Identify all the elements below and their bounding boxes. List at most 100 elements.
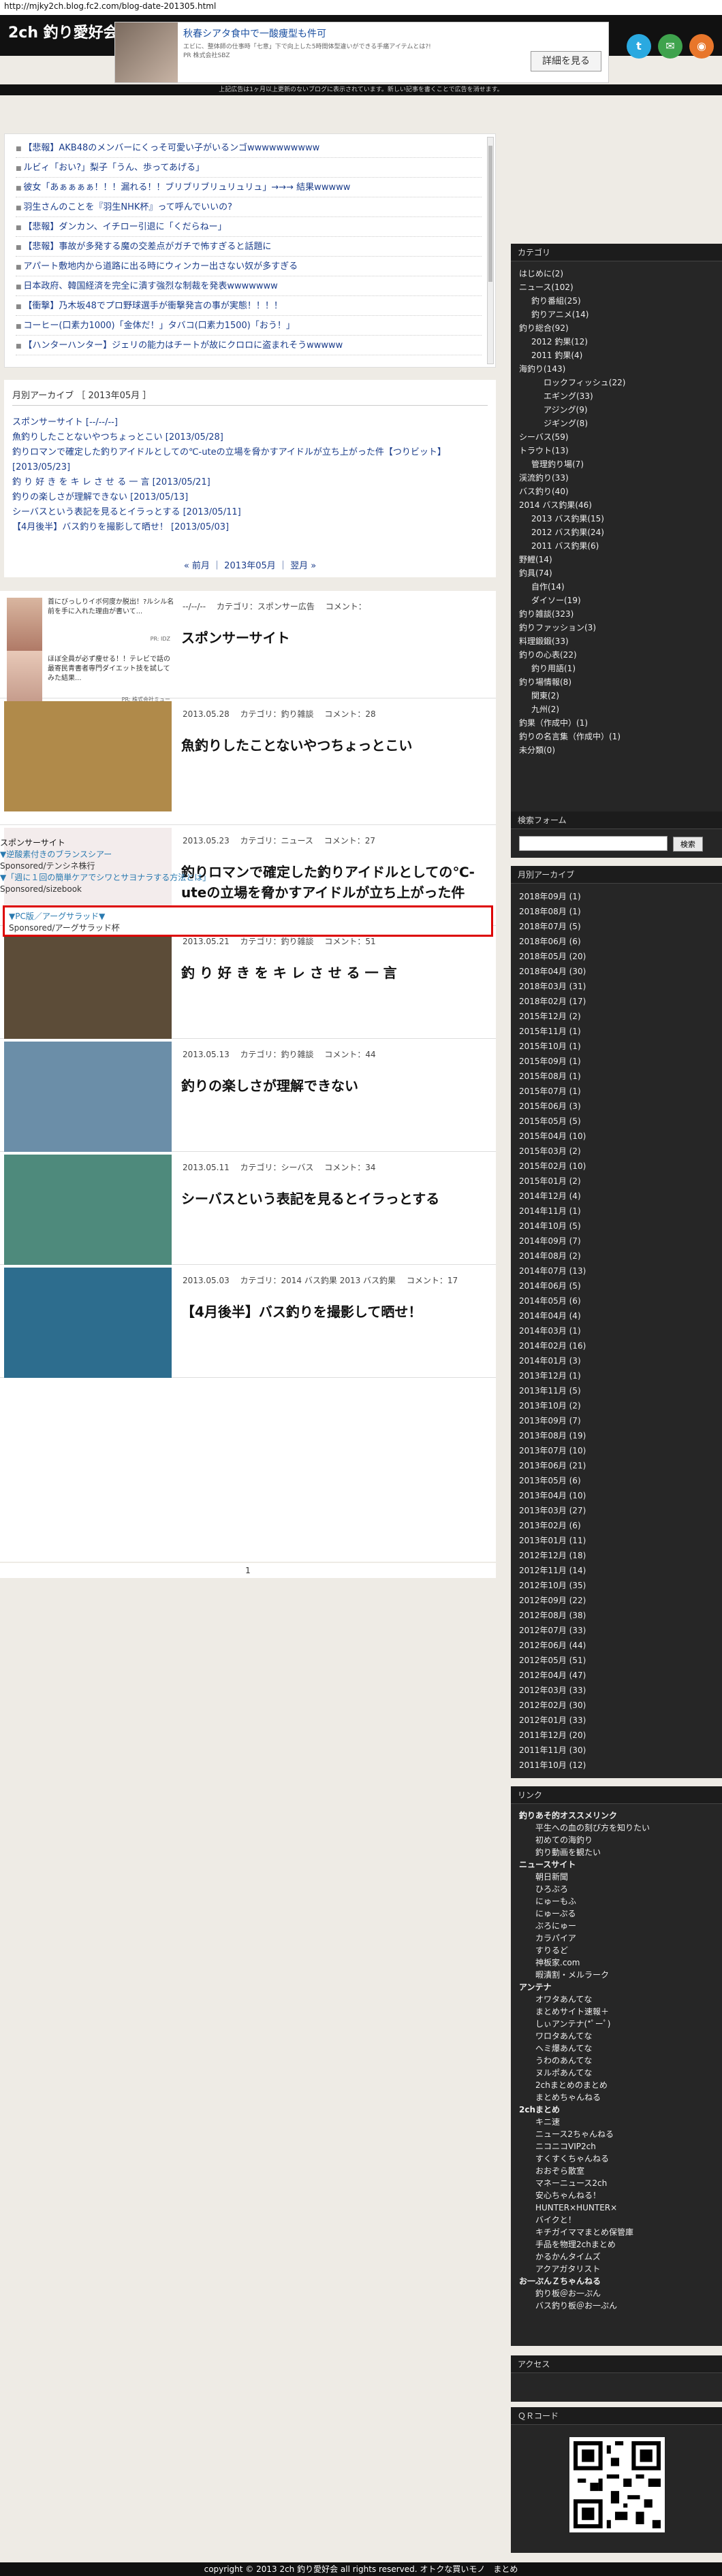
- category-link[interactable]: バス釣り(40): [519, 485, 714, 498]
- archive-month-link[interactable]: 2011年11月 (30): [519, 1743, 714, 1758]
- external-link[interactable]: うわのあんてな: [519, 2055, 714, 2067]
- archive-month-link[interactable]: 2014年02月 (16): [519, 1338, 714, 1353]
- archive-month-link[interactable]: 2011年10月 (12): [519, 1758, 714, 1773]
- archive-month-link[interactable]: 2012年02月 (30): [519, 1698, 714, 1713]
- headline-link[interactable]: 【悲報】ダンカン、イチロー引退に「くだらねー」: [16, 217, 482, 237]
- ad-title[interactable]: 秋春シアタ食中で一酸痩型も件可: [183, 27, 326, 40]
- category-link[interactable]: 未分類(0): [519, 743, 714, 757]
- archive-month-link[interactable]: 2015年08月 (1): [519, 1069, 714, 1084]
- external-link[interactable]: ワロタあんてな: [519, 2030, 714, 2042]
- archive-month-link[interactable]: 2018年03月 (31): [519, 979, 714, 994]
- sponsor-link[interactable]: ▼PC版／アーグサラッド▼: [9, 910, 487, 922]
- archive-month-link[interactable]: 2012年04月 (47): [519, 1668, 714, 1683]
- archive-month-link[interactable]: 2018年02月 (17): [519, 994, 714, 1009]
- archive-month-link[interactable]: 2015年10月 (1): [519, 1039, 714, 1054]
- archive-month-link[interactable]: 2013年10月 (2): [519, 1398, 714, 1413]
- category-link[interactable]: エギング(33): [519, 389, 714, 403]
- archive-month-link[interactable]: 2018年05月 (20): [519, 949, 714, 964]
- archive-month-link[interactable]: 2014年05月 (6): [519, 1293, 714, 1308]
- archive-month-link[interactable]: 2014年11月 (1): [519, 1204, 714, 1219]
- external-link[interactable]: バイクと！: [519, 2214, 714, 2226]
- external-link[interactable]: しぃアンテナ(*ﾟーﾟ): [519, 2018, 714, 2030]
- category-link[interactable]: 釣りファッション(3): [519, 621, 714, 634]
- external-link[interactable]: 神板家.com: [519, 1957, 714, 1969]
- external-link[interactable]: おおぞら散室: [519, 2165, 714, 2177]
- archive-entry-link[interactable]: 釣りの楽しさが理解できない [2013/05/13]: [12, 490, 488, 505]
- external-link[interactable]: 釣り動画を観たい: [519, 1846, 714, 1858]
- category-link[interactable]: 釣具(74): [519, 566, 714, 580]
- sponsor-ad-text[interactable]: ほぼ全員が必ず痩せる！！テレビで話の最寄民青書者専門ダイエット技を試してみた結果…: [48, 655, 174, 683]
- category-link[interactable]: 海釣り(143): [519, 362, 714, 376]
- archive-month-link[interactable]: 2013年01月 (11): [519, 1533, 714, 1548]
- entry-title[interactable]: 【4月後半】バス釣りを撮影して晒せ！: [181, 1302, 488, 1322]
- month-pager[interactable]: « 前月 ｜ 2013年05月 ｜ 翌月 »: [4, 558, 496, 571]
- headline-link[interactable]: ルビィ「おい?」梨子「うん、歩ってあげる」: [16, 158, 482, 178]
- category-link[interactable]: はじめに(2): [519, 267, 714, 280]
- external-link[interactable]: にゅーぷる: [519, 1907, 714, 1920]
- external-link[interactable]: 2chまとめのまとめ: [519, 2079, 714, 2091]
- archive-month-link[interactable]: 2015年06月 (3): [519, 1099, 714, 1114]
- external-link[interactable]: ニコニコVIP2ch: [519, 2140, 714, 2153]
- category-link[interactable]: 野鯉(14): [519, 553, 714, 566]
- site-title[interactable]: 2ch 釣り愛好会: [8, 20, 119, 42]
- archive-month-link[interactable]: 2012年06月 (44): [519, 1638, 714, 1653]
- external-link[interactable]: バス釣り板＠お一ぷん: [519, 2300, 714, 2312]
- category-link[interactable]: 九州(2): [519, 703, 714, 716]
- highlighted-sponsor-link[interactable]: ▼PC版／アーグサラッド▼ Sponsored/アーグサラッド杯: [3, 905, 493, 937]
- archive-month-link[interactable]: 2012年08月 (38): [519, 1608, 714, 1623]
- archive-month-link[interactable]: 2013年06月 (21): [519, 1458, 714, 1473]
- entry-thumbnail[interactable]: [4, 1155, 172, 1265]
- headline-link[interactable]: 【衝撃】乃木坂48でプロ野球選手が衝撃発言の事が実態！！！！: [16, 296, 482, 316]
- ad-detail-button[interactable]: 詳細を見る: [531, 51, 601, 71]
- category-link[interactable]: ダイソー(19): [519, 594, 714, 607]
- external-link[interactable]: かるかんタイムズ: [519, 2251, 714, 2263]
- category-link[interactable]: 釣り雑談(323): [519, 607, 714, 621]
- archive-month-link[interactable]: 2015年04月 (10): [519, 1129, 714, 1144]
- archive-month-link[interactable]: 2015年12月 (2): [519, 1009, 714, 1024]
- archive-month-link[interactable]: 2018年07月 (5): [519, 919, 714, 934]
- archive-month-link[interactable]: 2013年09月 (7): [519, 1413, 714, 1428]
- headline-link[interactable]: 羽生さんのことを『羽生NHK杯』って呼んでいいの?: [16, 197, 482, 217]
- category-link[interactable]: 管理釣り場(7): [519, 457, 714, 471]
- archive-month-link[interactable]: 2012年05月 (51): [519, 1653, 714, 1668]
- link-group-heading[interactable]: アンテナ: [519, 1981, 714, 1993]
- external-link[interactable]: すりるど: [519, 1944, 714, 1957]
- archive-month-link[interactable]: 2012年07月 (33): [519, 1623, 714, 1638]
- archive-entry-link[interactable]: 魚釣りしたことないやつちょっとこい [2013/05/28]: [12, 430, 488, 445]
- archive-month-link[interactable]: 2018年04月 (30): [519, 964, 714, 979]
- link-group-heading[interactable]: 2chまとめ: [519, 2104, 714, 2116]
- external-link[interactable]: ひろぶろ: [519, 1883, 714, 1895]
- category-link[interactable]: 2013 バス釣果(15): [519, 512, 714, 526]
- archive-entry-link[interactable]: 釣 り 好 き を キ レ さ せ る 一 言 [2013/05/21]: [12, 475, 488, 490]
- archive-month-link[interactable]: 2013年04月 (10): [519, 1488, 714, 1503]
- entry-title[interactable]: シーバスという表記を見るとイラっとする: [181, 1189, 488, 1209]
- archive-entry-link[interactable]: 【4月後半】バス釣りを撮影して晒せ！ [2013/05/03]: [12, 520, 488, 535]
- category-link[interactable]: 釣りの名言集（作成中）(1): [519, 730, 714, 743]
- headline-link[interactable]: 日本政府、韓国経済を完全に潰す強烈な制裁を発表wwwwwww: [16, 276, 482, 296]
- entry-title[interactable]: スポンサーサイト: [181, 628, 488, 648]
- entry-thumbnail[interactable]: [4, 1268, 172, 1378]
- archive-month-link[interactable]: 2015年11月 (1): [519, 1024, 714, 1039]
- entry-title[interactable]: 釣 り 好 き を キ レ さ せ る 一 言: [181, 963, 488, 983]
- archive-month-link[interactable]: 2012年11月 (14): [519, 1563, 714, 1578]
- archive-month-link[interactable]: 2015年07月 (1): [519, 1084, 714, 1099]
- category-link[interactable]: 2012 釣果(12): [519, 335, 714, 349]
- external-link[interactable]: 安心ちゃんねる！: [519, 2189, 714, 2202]
- headline-link[interactable]: 彼女「あぁぁぁぁ！！！漏れる！！ブリブリブリュリュリュ」→→→ 結果wwwww: [16, 178, 482, 197]
- external-link[interactable]: ヘミ爆あんてな: [519, 2042, 714, 2055]
- sponsor-link[interactable]: ▼逆酸素付きのブランスシアー: [0, 849, 496, 860]
- archive-month-link[interactable]: 2014年09月 (7): [519, 1234, 714, 1249]
- category-link[interactable]: 釣りアニメ(14): [519, 308, 714, 321]
- external-link[interactable]: 暇潰割・メルラーク: [519, 1969, 714, 1981]
- archive-month-link[interactable]: 2013年12月 (1): [519, 1368, 714, 1383]
- external-link[interactable]: すくすくちゃんねる: [519, 2153, 714, 2165]
- archive-month-link[interactable]: 2011年12月 (20): [519, 1728, 714, 1743]
- external-link[interactable]: ヌルポあんてな: [519, 2067, 714, 2079]
- external-link[interactable]: アクアガタリスト: [519, 2263, 714, 2275]
- sponsor-ad-image[interactable]: [7, 598, 42, 651]
- external-link[interactable]: カラパイア: [519, 1932, 714, 1944]
- external-link[interactable]: にゅーもふ: [519, 1895, 714, 1907]
- external-link[interactable]: ニュース2ちゃんねる: [519, 2128, 714, 2140]
- external-link[interactable]: オワタあんてな: [519, 1993, 714, 2006]
- search-button[interactable]: 検索: [672, 836, 703, 852]
